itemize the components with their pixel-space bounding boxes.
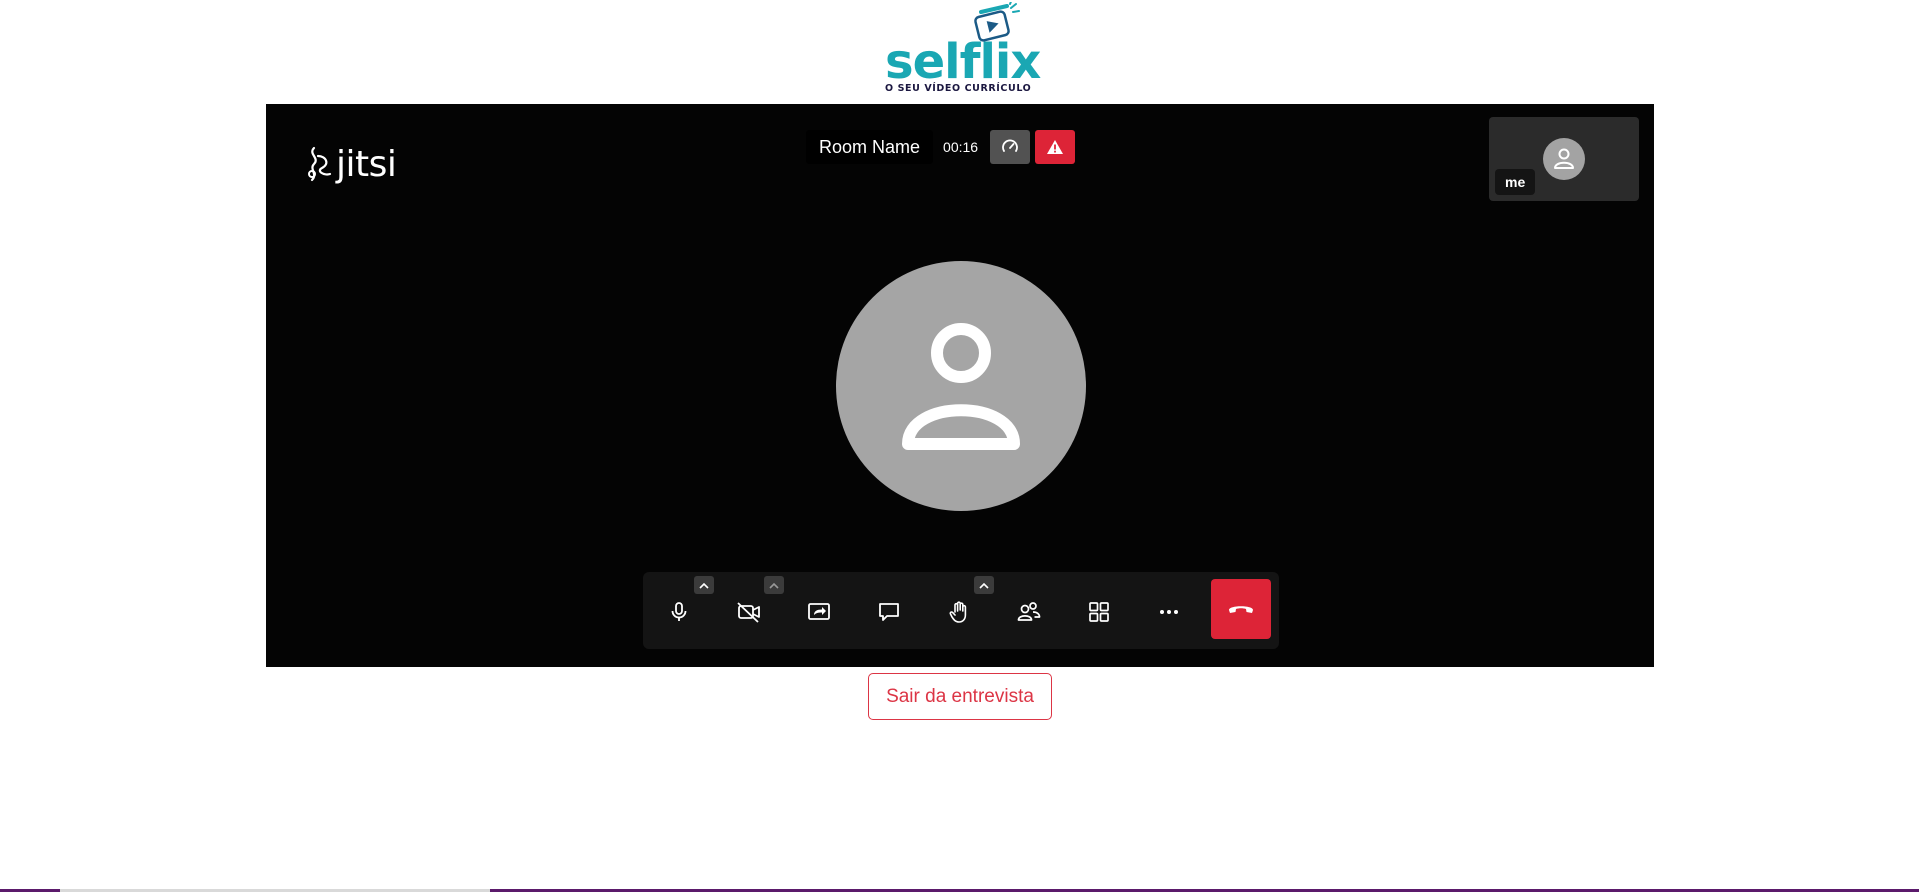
share-screen-button[interactable] xyxy=(795,588,843,636)
hand-icon xyxy=(949,601,967,623)
warning-indicator[interactable] xyxy=(1035,130,1076,164)
jitsi-logo[interactable]: jitsi xyxy=(304,142,397,186)
brand-word: selflix xyxy=(885,34,1041,90)
more-actions-button[interactable] xyxy=(1145,588,1193,636)
warning-triangle-icon xyxy=(1047,140,1064,154)
leave-interview-button[interactable]: Sair da entrevista xyxy=(868,673,1052,720)
screen-share-icon xyxy=(808,603,830,620)
camera-menu-arrow[interactable] xyxy=(764,576,784,594)
selflix-logo: selflix O SEU VÍDEO CURRÍCULO xyxy=(883,2,1041,96)
user-avatar-icon xyxy=(1554,148,1574,169)
reactions-menu-arrow[interactable] xyxy=(974,576,994,594)
meeting-frame: jitsi Room Name 00:16 me xyxy=(266,104,1654,667)
self-name-label: me xyxy=(1495,169,1536,195)
brand-tagline: O SEU VÍDEO CURRÍCULO xyxy=(885,83,1032,94)
self-avatar xyxy=(1543,138,1585,180)
chat-icon xyxy=(879,603,899,621)
user-avatar-icon xyxy=(902,323,1020,450)
camera-button[interactable] xyxy=(725,588,773,636)
more-horizontal-icon xyxy=(1160,610,1178,614)
chat-button[interactable] xyxy=(865,588,913,636)
phone-hangup-icon xyxy=(1229,606,1253,613)
camera-off-icon xyxy=(737,602,760,623)
grid-icon xyxy=(1089,602,1109,622)
conference-timer: 00:16 xyxy=(943,139,979,155)
microphone-menu-arrow[interactable] xyxy=(694,576,714,594)
chevron-up-icon xyxy=(699,582,709,589)
connection-indicator[interactable] xyxy=(990,130,1031,164)
participants-button[interactable] xyxy=(1005,588,1053,636)
page: selflix O SEU VÍDEO CURRÍCULO jitsi Room… xyxy=(0,0,1919,892)
microphone-icon xyxy=(671,602,687,621)
speedometer-icon xyxy=(1002,139,1018,152)
participants-icon xyxy=(1017,602,1041,621)
jitsi-logo-text: jitsi xyxy=(336,143,397,185)
tile-view-button[interactable] xyxy=(1075,588,1123,636)
meeting-toolbar xyxy=(643,572,1279,649)
self-view-thumbnail[interactable]: me xyxy=(1489,117,1639,201)
main-participant-avatar xyxy=(836,261,1086,511)
conference-subject: Room Name 00:16 xyxy=(806,130,1076,164)
chevron-up-icon xyxy=(979,582,989,589)
jitsi-watermark-icon xyxy=(308,146,332,182)
hangup-button[interactable] xyxy=(1211,579,1271,639)
room-name: Room Name xyxy=(806,130,934,164)
chevron-up-icon xyxy=(769,582,779,589)
raise-hand-button[interactable] xyxy=(935,588,983,636)
microphone-button[interactable] xyxy=(655,588,703,636)
